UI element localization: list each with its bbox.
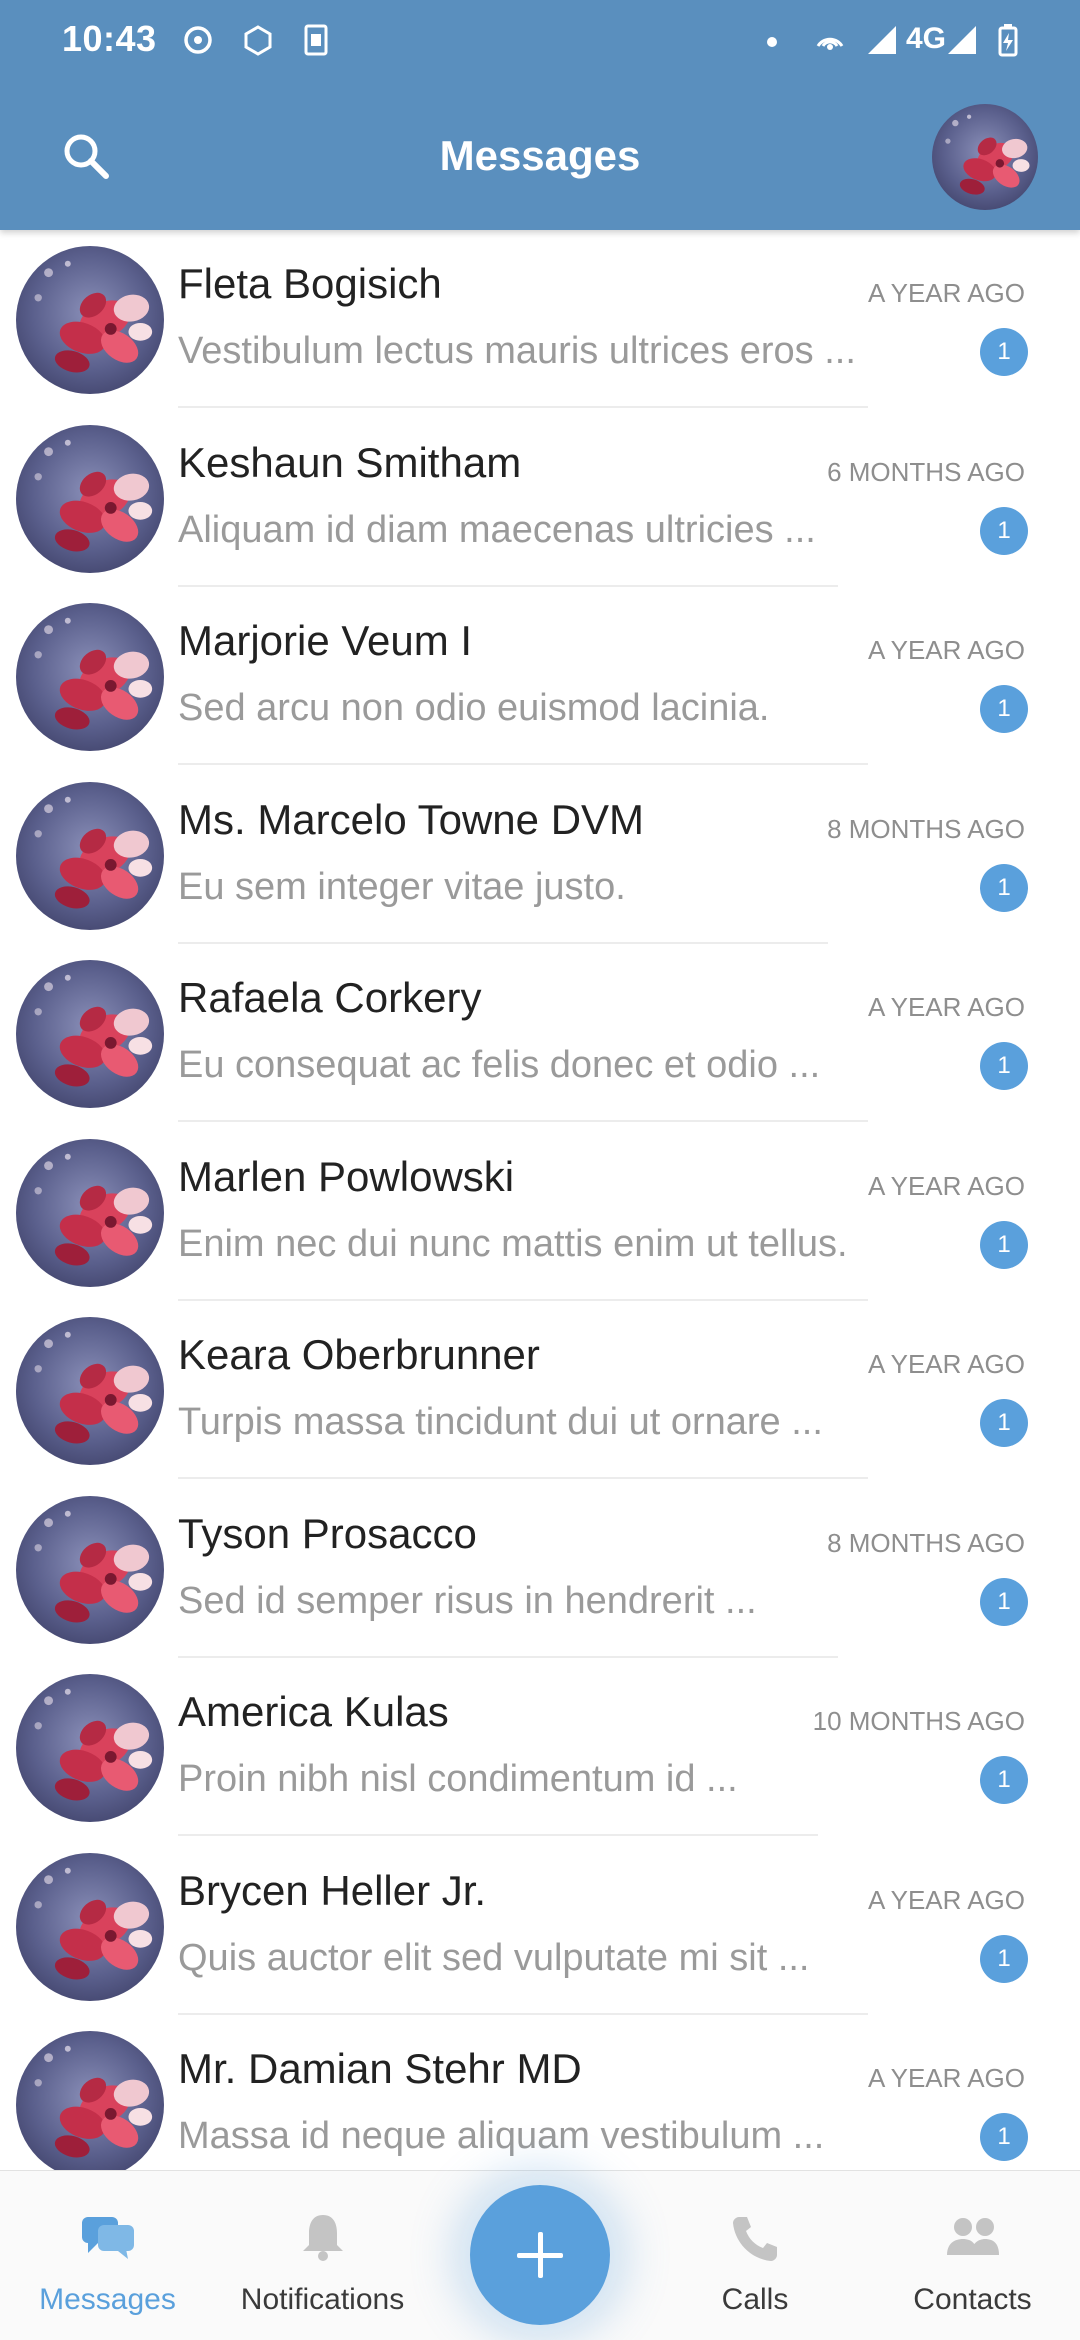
message-timestamp: A YEAR AGO: [867, 1170, 1025, 1201]
nav-contacts[interactable]: Contacts: [890, 2171, 1055, 2340]
unread-badge: 1: [980, 1577, 1028, 1626]
contact-name: Ms. Marcelo Towne DVM: [178, 795, 645, 843]
sim-card-icon: [304, 24, 328, 56]
unread-badge: 1: [980, 1042, 1028, 1090]
message-timestamp: A YEAR AGO: [867, 278, 1025, 308]
app-bar: Messages: [0, 80, 1080, 230]
contact-name: Brycen Heller Jr.: [178, 1866, 487, 1914]
unread-badge: 1: [980, 506, 1028, 555]
conversation-row[interactable]: Keshaun Smitham Aliquam id diam maecenas …: [0, 409, 1080, 587]
phone-icon: [733, 2217, 777, 2261]
unread-badge: 1: [980, 328, 1028, 376]
contact-avatar: [16, 1138, 164, 1287]
conversation-row[interactable]: Marjorie Veum I Sed arcu non odio euismod…: [0, 587, 1080, 765]
plus-icon-vertical: [538, 2232, 543, 2278]
contact-name: Keshaun Smitham: [178, 438, 522, 486]
conversation-row[interactable]: Fleta Bogisich Vestibulum lectus mauris u…: [0, 230, 1080, 408]
contact-avatar: [16, 424, 164, 573]
unread-badge: 1: [980, 1756, 1028, 1804]
bell-icon: [302, 2215, 343, 2261]
network-type: 4G: [906, 22, 947, 55]
nav-label: Contacts: [913, 2283, 1032, 2316]
contact-avatar: [16, 1317, 164, 1465]
contact-name: Keara Oberbrunner: [178, 1331, 540, 1378]
page-title: Messages: [439, 132, 641, 179]
status-bar: 10:43 4G: [0, 0, 1080, 80]
nav-label: Messages: [39, 2283, 176, 2316]
conversation-row[interactable]: Mr. Damian Stehr MD Massa id neque aliqua…: [0, 2015, 1080, 2170]
sync-icon: [184, 26, 212, 54]
contact-avatar: [16, 781, 164, 930]
contact-name: America Kulas: [178, 1688, 449, 1735]
message-preview: Aliquam id diam maecenas ultricies ...: [178, 508, 816, 551]
conversation-row[interactable]: Tyson Prosacco Sed id semper risus in hen…: [0, 1480, 1080, 1658]
contact-avatar: [16, 246, 164, 394]
conversation-row[interactable]: Brycen Heller Jr. Quis auctor elit sed vu…: [0, 1837, 1080, 2015]
contact-avatar: [16, 960, 164, 1108]
unread-badge: 1: [980, 685, 1028, 733]
conversation-row[interactable]: Marlen Powlowski Enim nec dui nunc mattis…: [0, 1123, 1080, 1301]
contact-name: Fleta Bogisich: [178, 260, 442, 307]
message-preview: Sed id semper risus in hendrerit ...: [178, 1579, 757, 1622]
contact-avatar: [16, 1852, 164, 2001]
conversation-row[interactable]: Keara Oberbrunner Turpis massa tincidunt …: [0, 1301, 1080, 1479]
contact-avatar: [16, 1674, 164, 1822]
message-timestamp: A YEAR AGO: [867, 1349, 1025, 1379]
unread-badge: 1: [980, 1399, 1028, 1447]
unread-badge: 1: [980, 863, 1028, 912]
conversation-row[interactable]: Rafaela Corkery Eu consequat ac felis don…: [0, 944, 1080, 1122]
profile-avatar[interactable]: [932, 104, 1038, 210]
chat-bubbles-icon: [81, 2217, 134, 2259]
nav-messages[interactable]: Messages: [20, 2171, 195, 2340]
unread-badge: 1: [980, 1220, 1028, 1269]
contact-avatar: [16, 603, 164, 751]
message-timestamp: A YEAR AGO: [867, 635, 1025, 665]
conversation-row[interactable]: America Kulas Proin nibh nisl condimentum…: [0, 1658, 1080, 1836]
message-preview: Eu sem integer vitae justo.: [178, 865, 626, 908]
message-preview: Enim nec dui nunc mattis enim ut tellus.: [178, 1222, 848, 1265]
message-timestamp: 8 MONTHS AGO: [827, 1527, 1025, 1558]
contact-name: Mr. Damian Stehr MD: [178, 2045, 582, 2092]
app-header: 10:43 4G Messages: [0, 0, 1080, 230]
message-preview: Quis auctor elit sed vulputate mi sit ..…: [178, 1936, 810, 1979]
message-preview: Eu consequat ac felis donec et odio ...: [178, 1044, 821, 1086]
unread-badge: 1: [980, 1934, 1028, 1983]
nav-notifications[interactable]: Notifications: [230, 2171, 415, 2340]
contact-avatar: [16, 1495, 164, 1644]
nav-label: Notifications: [240, 2283, 405, 2316]
message-timestamp: A YEAR AGO: [867, 2063, 1025, 2093]
message-timestamp: A YEAR AGO: [867, 992, 1025, 1022]
contact-name: Marlen Powlowski: [178, 1152, 515, 1200]
signal-icon-2: [948, 26, 976, 54]
people-icon: [946, 2218, 999, 2255]
contact-name: Marjorie Veum I: [178, 617, 473, 664]
nav-label: Calls: [721, 2283, 789, 2316]
contact-avatar: [16, 2031, 164, 2170]
message-preview: Massa id neque aliquam vestibulum ...: [178, 2115, 825, 2157]
message-timestamp: 8 MONTHS AGO: [827, 813, 1025, 844]
conversation-row[interactable]: Ms. Marcelo Towne DVM Eu sem integer vita…: [0, 766, 1080, 944]
message-timestamp: A YEAR AGO: [867, 1884, 1025, 1915]
new-message-button[interactable]: [470, 2185, 610, 2325]
notification-dot: [767, 37, 777, 47]
nav-calls[interactable]: Calls: [680, 2171, 830, 2340]
contact-name: Rafaela Corkery: [178, 974, 482, 1021]
signal-icon: [868, 26, 896, 54]
message-preview: Turpis massa tincidunt dui ut ornare ...: [178, 1401, 823, 1443]
message-timestamp: 10 MONTHS AGO: [812, 1706, 1025, 1736]
message-preview: Sed arcu non odio euismod lacinia.: [178, 687, 770, 729]
message-timestamp: 6 MONTHS AGO: [827, 456, 1025, 487]
battery-icon: [998, 24, 1018, 57]
status-time: 10:43: [62, 18, 157, 59]
message-preview: Vestibulum lectus mauris ultrices eros .…: [178, 330, 856, 372]
contact-name: Tyson Prosacco: [178, 1509, 477, 1557]
unread-badge: 1: [980, 2113, 1028, 2161]
hotspot-icon: [816, 37, 844, 50]
conversation-list[interactable]: Fleta Bogisich Vestibulum lectus mauris u…: [0, 230, 1080, 2170]
hexagon-icon: [244, 25, 272, 56]
message-preview: Proin nibh nisl condimentum id ...: [178, 1758, 738, 1800]
